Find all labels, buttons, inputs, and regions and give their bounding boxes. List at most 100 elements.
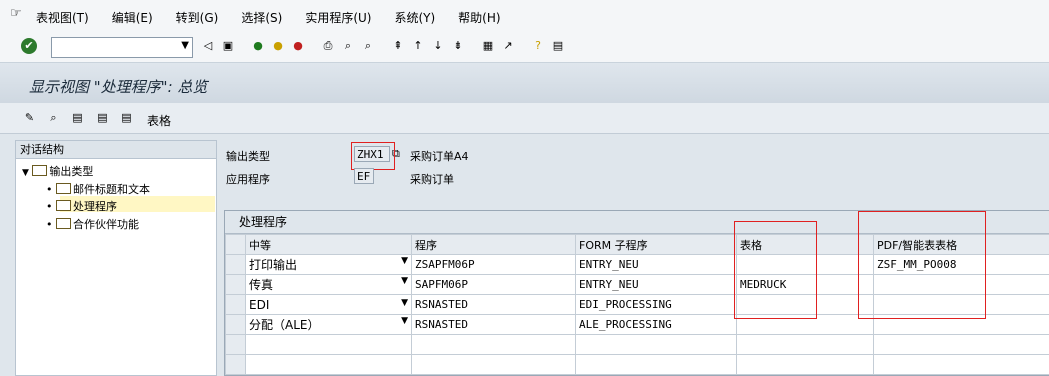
dialog-structure-header: 对话结构 <box>16 141 216 159</box>
menu-help[interactable]: 帮助(H) <box>458 9 500 26</box>
row-selector[interactable] <box>226 355 246 375</box>
menu-select[interactable]: 选择(S) <box>241 9 282 26</box>
enter-icon[interactable]: ✔ <box>21 38 37 54</box>
change-display-icon[interactable]: ✎ <box>22 110 37 125</box>
collapse-icon[interactable]: ◁ <box>200 38 216 54</box>
row-selector[interactable] <box>226 255 246 275</box>
bullet-icon: • <box>46 183 53 196</box>
next-page-icon[interactable]: ↓ <box>430 38 446 54</box>
column-header-medium[interactable]: 中等 <box>246 235 412 255</box>
application-field: EF <box>354 168 374 184</box>
menu-system[interactable]: 系统(Y) <box>394 9 435 26</box>
exit-icon[interactable]: ● <box>270 38 286 54</box>
last-page-icon[interactable]: ⇟ <box>450 38 466 54</box>
empty-cell[interactable] <box>874 335 1049 355</box>
folder-icon <box>56 183 71 194</box>
select-block-icon[interactable]: ▤ <box>119 110 134 125</box>
medium-cell[interactable]: 打印输出▼ <box>246 255 412 275</box>
previous-entry-icon[interactable]: ▤ <box>70 110 85 125</box>
toolbar-separator <box>310 38 316 54</box>
table-row-empty[interactable] <box>226 335 1049 355</box>
program-cell[interactable]: SAPFM06P <box>412 275 576 295</box>
folder-icon <box>32 165 47 176</box>
dropdown-icon[interactable]: ▼ <box>401 316 408 326</box>
empty-cell[interactable] <box>412 335 576 355</box>
help-icon[interactable]: ? <box>530 38 546 54</box>
column-header-program[interactable]: 程序 <box>412 235 576 255</box>
tree-node-processing-routines[interactable]: • 处理程序 <box>46 198 117 214</box>
bullet-icon: • <box>46 218 53 231</box>
empty-cell[interactable] <box>576 355 737 375</box>
highlight-box <box>734 221 817 319</box>
shortcut-icon[interactable]: ↗ <box>500 38 516 54</box>
tree-node-output-type[interactable]: ▼ 输出类型 <box>22 163 93 179</box>
menu-table-view[interactable]: 表视图(T) <box>36 9 89 26</box>
form-routine-cell[interactable]: ENTRY_NEU <box>576 275 737 295</box>
chevron-down-icon[interactable]: ▼ <box>181 40 189 51</box>
toolbar-separator <box>470 38 476 54</box>
title-bar: 显示视图 "处理程序": 总览 <box>0 63 1049 103</box>
empty-cell[interactable] <box>874 355 1049 375</box>
toolbar-separator <box>520 38 526 54</box>
row-selector[interactable] <box>226 315 246 335</box>
empty-cell[interactable] <box>246 355 412 375</box>
tree-node-partner-functions[interactable]: • 合作伙伴功能 <box>46 216 139 232</box>
new-session-icon[interactable]: ▦ <box>480 38 496 54</box>
open-folder-icon <box>56 200 71 211</box>
folder-icon <box>56 218 71 229</box>
form-routine-cell[interactable]: ALE_PROCESSING <box>576 315 737 335</box>
program-cell[interactable]: RSNASTED <box>412 315 576 335</box>
application-toolbar: ✎ ⌕ ▤ ▤ ▤ 表格 <box>0 103 1049 134</box>
standard-toolbar: ✔ ▼ ◁ ▣ ● ● ● ⎙ ⌕ ⌕ ⇞ ↑ ↓ ⇟ ▦ ↗ ? ▤ <box>0 32 1049 63</box>
tree-node-mail-title[interactable]: • 邮件标题和文本 <box>46 181 150 197</box>
highlight-box <box>351 142 395 170</box>
next-entry-icon[interactable]: ▤ <box>95 110 110 125</box>
system-menu-icon[interactable]: ☞ <box>10 6 22 21</box>
dropdown-icon[interactable]: ▼ <box>401 256 408 266</box>
empty-cell[interactable] <box>737 335 874 355</box>
empty-cell[interactable] <box>246 335 412 355</box>
previous-page-icon[interactable]: ↑ <box>410 38 426 54</box>
cancel-icon[interactable]: ● <box>290 38 306 54</box>
medium-cell[interactable]: 分配（ALE）▼ <box>246 315 412 335</box>
page-title: 显示视图 "处理程序": 总览 <box>29 76 207 97</box>
empty-cell[interactable] <box>737 355 874 375</box>
menu-bar: ☞ 表视图(T) 编辑(E) 转到(G) 选择(S) 实用程序(U) 系统(Y)… <box>0 0 1049 32</box>
empty-cell[interactable] <box>576 335 737 355</box>
menu-edit[interactable]: 编辑(E) <box>112 9 153 26</box>
toolbar-separator <box>380 38 386 54</box>
row-selector[interactable] <box>226 295 246 315</box>
empty-cell[interactable] <box>412 355 576 375</box>
menu-utilities[interactable]: 实用程序(U) <box>305 9 371 26</box>
column-header-form-routine[interactable]: FORM 子程序 <box>576 235 737 255</box>
table-button[interactable]: 表格 <box>147 112 171 129</box>
output-type-description: 采购订单A4 <box>410 148 469 164</box>
highlight-box <box>858 211 986 319</box>
find-icon[interactable]: ⌕ <box>340 38 356 54</box>
application-label: 应用程序 <box>226 171 270 187</box>
save-icon[interactable]: ▣ <box>220 38 236 54</box>
program-cell[interactable]: ZSAPFM06P <box>412 255 576 275</box>
find-next-icon[interactable]: ⌕ <box>360 38 376 54</box>
dropdown-icon[interactable]: ▼ <box>401 298 408 308</box>
medium-cell[interactable]: EDI▼ <box>246 295 412 315</box>
back-icon[interactable]: ● <box>250 38 266 54</box>
details-icon[interactable]: ⌕ <box>46 110 61 125</box>
form-routine-cell[interactable]: EDI_PROCESSING <box>576 295 737 315</box>
layout-icon[interactable]: ▤ <box>550 38 566 54</box>
menu-goto[interactable]: 转到(G) <box>176 9 219 26</box>
table-row-empty[interactable] <box>226 355 1049 375</box>
medium-cell[interactable]: 传真▼ <box>246 275 412 295</box>
row-selector[interactable] <box>226 335 246 355</box>
program-cell[interactable]: RSNASTED <box>412 295 576 315</box>
row-selector[interactable] <box>226 275 246 295</box>
toolbar-separator <box>240 38 246 54</box>
command-field[interactable]: ▼ <box>51 37 193 58</box>
dropdown-icon[interactable]: ▼ <box>401 276 408 286</box>
print-icon[interactable]: ⎙ <box>320 38 336 54</box>
form-routine-cell[interactable]: ENTRY_NEU <box>576 255 737 275</box>
dialog-structure-panel: 对话结构 ▼ 输出类型 • 邮件标题和文本 • 处理程序 • 合作伙伴功能 <box>15 140 217 376</box>
expand-icon[interactable]: ▼ <box>22 168 29 178</box>
select-all-cell[interactable] <box>226 235 246 255</box>
first-page-icon[interactable]: ⇞ <box>390 38 406 54</box>
